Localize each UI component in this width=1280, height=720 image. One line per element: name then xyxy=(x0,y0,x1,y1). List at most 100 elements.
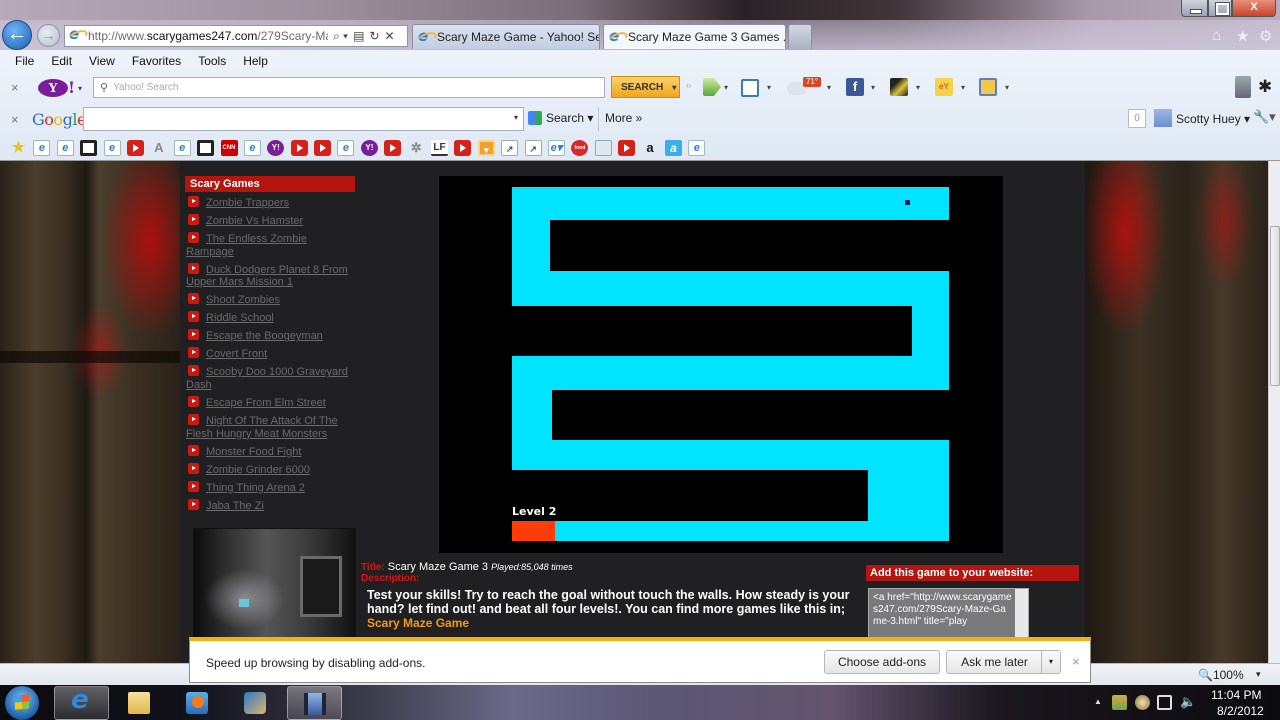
chevron-down-icon[interactable]: ▾ xyxy=(1005,83,1009,92)
game-link[interactable]: Jaba The Zi xyxy=(206,500,264,512)
chevron-down-icon[interactable]: ▾ xyxy=(961,83,965,92)
game-list-item[interactable]: Jaba The Zi xyxy=(186,498,356,513)
favorite-plain-icon[interactable]: ✲ xyxy=(408,140,425,156)
game-list-item[interactable]: Night Of The Attack Of The Flesh Hungry … xyxy=(186,414,356,440)
stop-icon[interactable]: ✕ xyxy=(385,29,395,43)
embed-code-textarea[interactable]: <a href="http://www.scarygames247.com/27… xyxy=(868,588,1029,638)
address-bar[interactable]: http://www.scarygames247.com/279Scary-Ma… xyxy=(64,25,408,47)
game-list-item[interactable]: The Endless Zombie Rampage xyxy=(186,232,356,258)
game-list-item[interactable]: Riddle School xyxy=(186,311,356,325)
user-account-menu[interactable]: Scotty Huey ▾ xyxy=(1176,112,1250,126)
game-link[interactable]: Night Of The Attack Of The Flesh Hungry … xyxy=(186,415,338,440)
game-link[interactable]: Duck Dodgers Planet 8 From Upper Mars Mi… xyxy=(186,264,348,289)
close-window-button[interactable]: X xyxy=(1232,0,1276,17)
favorite-img-icon[interactable] xyxy=(594,140,612,156)
mail-icon[interactable] xyxy=(741,79,759,97)
game-link[interactable]: Escape From Elm Street xyxy=(206,397,326,409)
taskbar-media-player[interactable] xyxy=(170,686,225,720)
favorite-yt-icon[interactable] xyxy=(290,140,308,156)
game-link[interactable]: Zombie Trappers xyxy=(206,197,289,209)
game-link[interactable]: Escape the Boogeyman xyxy=(206,330,323,342)
taskbar-movie-maker[interactable] xyxy=(287,686,342,720)
favorite-yt-icon[interactable] xyxy=(618,140,636,156)
compatibility-view-icon[interactable]: ▤ xyxy=(353,29,364,43)
game-list-item[interactable]: Scooby Doo 1000 Graveyard Dash xyxy=(186,365,356,391)
yahoo-search-button[interactable]: SEARCH ▾ xyxy=(611,76,680,98)
favorite-yt-icon[interactable] xyxy=(314,140,332,156)
tools-gear-icon[interactable]: ⚙ xyxy=(1259,27,1272,45)
game-list-item[interactable]: Zombie Trappers xyxy=(186,196,356,210)
favorite-ie-icon[interactable]: e xyxy=(103,140,121,156)
game-list-item[interactable]: Monster Food Fight xyxy=(186,444,356,459)
game-link[interactable]: Riddle School xyxy=(206,312,274,324)
scrollbar-thumb[interactable] xyxy=(1270,226,1280,386)
favorite-arrow-icon[interactable]: ↗ xyxy=(501,140,519,156)
yahoo-search-input[interactable]: ⚲ Yahoo! Search xyxy=(93,77,605,98)
game-list-item[interactable]: Escape From Elm Street xyxy=(186,396,356,410)
chevron-down-icon[interactable]: ▾ xyxy=(514,113,518,122)
google-search-input[interactable]: ▾ xyxy=(83,107,524,131)
close-yahoo-toolbar-icon[interactable]: × xyxy=(11,80,19,95)
facebook-icon[interactable]: f xyxy=(846,78,864,96)
start-button[interactable] xyxy=(5,686,39,720)
zoom-level[interactable]: 🔍100% xyxy=(1198,668,1244,682)
menu-file[interactable]: File xyxy=(15,54,34,68)
minimize-button[interactable] xyxy=(1181,0,1208,17)
security-icon[interactable] xyxy=(1112,695,1127,710)
flickr-app-icon[interactable] xyxy=(890,78,908,96)
game-link[interactable]: Shoot Zombies xyxy=(206,294,280,306)
volume-icon[interactable]: 🔈 xyxy=(1180,694,1196,709)
chevron-down-icon[interactable]: ▾ xyxy=(724,83,728,92)
scary-maze-game-link[interactable]: Scary Maze Game xyxy=(367,616,469,630)
favorite-arrow-icon[interactable]: ↗ xyxy=(524,140,542,156)
favorite-ie-icon[interactable]: e▾ xyxy=(547,140,565,156)
game-link[interactable]: The Endless Zombie Rampage xyxy=(186,233,307,258)
favorite-ie-icon[interactable]: e xyxy=(33,140,51,156)
game-list-item[interactable]: Duck Dodgers Planet 8 From Upper Mars Mi… xyxy=(186,262,356,289)
avatar[interactable] xyxy=(1154,109,1172,127)
ebay-icon[interactable]: eY xyxy=(935,78,953,96)
url-text[interactable]: http://www.scarygames247.com/279Scary-Ma… xyxy=(88,29,328,43)
favorite-yh-icon[interactable]: Y! xyxy=(267,140,285,156)
game-list-item[interactable]: Zombie Vs Hamster xyxy=(186,214,356,228)
ask-me-later-button[interactable]: Ask me later ▾ xyxy=(946,650,1061,674)
game-list-item[interactable]: Thing Thing Arena 2 xyxy=(186,480,356,495)
home-icon[interactable]: ⌂ xyxy=(1212,27,1221,44)
game-link[interactable]: Thing Thing Arena 2 xyxy=(206,482,305,494)
google-logo[interactable]: Google xyxy=(32,110,86,129)
game-thumbnail[interactable] xyxy=(193,528,356,638)
favorite-ie-icon[interactable]: e xyxy=(173,140,191,156)
google-more-button[interactable]: More » xyxy=(605,111,642,125)
favorite-star-icon[interactable]: ★ xyxy=(10,140,27,156)
favorite-a-icon[interactable]: a xyxy=(664,140,682,156)
favorite-bx-icon[interactable] xyxy=(80,140,98,156)
favorites-star-icon[interactable]: ★ xyxy=(1236,27,1249,45)
yahoo-logo[interactable]: Y xyxy=(38,79,68,97)
maze-start-block[interactable] xyxy=(512,521,555,541)
favorite-ie-icon[interactable]: e xyxy=(337,140,355,156)
close-google-toolbar-icon[interactable]: × xyxy=(11,112,19,127)
menu-edit[interactable]: Edit xyxy=(51,54,72,68)
tab-yahoo-search[interactable]: Scary Maze Game - Yahoo! Sea... xyxy=(412,24,600,49)
game-list-item[interactable]: Zombie Grinder 6000 xyxy=(186,462,356,477)
game-link[interactable]: Zombie Grinder 6000 xyxy=(206,464,310,476)
game-link[interactable]: Zombie Vs Hamster xyxy=(206,215,303,227)
clock-time[interactable]: 11:04 PM xyxy=(1211,688,1261,702)
favorite-bx-icon[interactable] xyxy=(197,140,215,156)
update-icon[interactable] xyxy=(1135,695,1150,710)
game-link[interactable]: Monster Food Fight xyxy=(206,446,301,458)
gear-icon[interactable]: ✱ xyxy=(1258,77,1272,97)
taskbar-live-messenger[interactable] xyxy=(228,686,283,720)
favorite-orange-icon[interactable]: ▾ xyxy=(477,140,495,156)
favorite-lf-icon[interactable]: LF xyxy=(431,140,449,156)
google-search-button[interactable]: Search ▾ xyxy=(528,111,593,125)
menu-favorites[interactable]: Favorites xyxy=(132,54,181,68)
favorite-yh-icon[interactable]: Y! xyxy=(360,140,378,156)
address-search-dropdown[interactable]: ⌕ ▾ xyxy=(333,29,348,44)
favorite-ie-icon[interactable]: e xyxy=(688,140,706,156)
page-scrollbar[interactable] xyxy=(1268,161,1280,663)
menu-tools[interactable]: Tools xyxy=(198,54,226,68)
chevron-down-icon[interactable]: ▾ xyxy=(767,83,771,92)
favorite-yt-icon[interactable] xyxy=(454,140,472,156)
favorite-ie-icon[interactable]: e xyxy=(243,140,261,156)
